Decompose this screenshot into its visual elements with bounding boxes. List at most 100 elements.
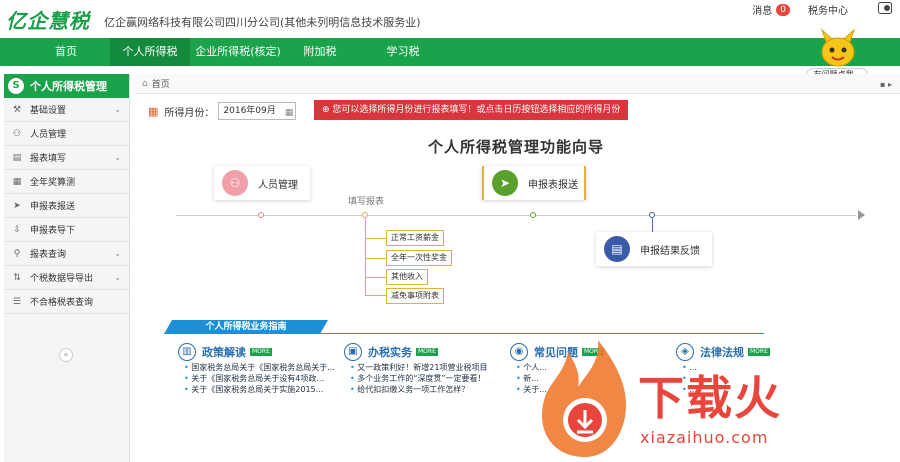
nav-item-surtax[interactable]: 附加税 <box>290 38 350 66</box>
sidebar: S 个人所得税管理 ⚒ 基础设置 ⌄ ⚇ 人员管理 ▤ 报表填写 ⌄ ▦ 全年奖… <box>4 74 130 462</box>
guide-column-title[interactable]: 办税实务 <box>368 344 412 360</box>
sidebar-item-report-query[interactable]: ⚲ 报表查询 ⌄ <box>4 242 129 266</box>
feedback-icon: ▤ <box>604 236 630 262</box>
guide-link[interactable]: 又一政策利好！新增21项营业税项目 <box>350 362 504 373</box>
income-month-value: 2016年09月 <box>223 106 276 116</box>
sidebar-item-label: 不合格税表查询 <box>30 298 94 308</box>
guide-link[interactable]: 多个业务工作的“深度贯”一定要看！ <box>350 373 504 384</box>
flame-logo-icon <box>541 340 626 457</box>
branch-item-other-income[interactable]: 其他收入 <box>386 269 428 285</box>
sidebar-item-label: 申报表导下 <box>30 226 76 236</box>
watermark: 下载火 xiazaihuo.com <box>530 332 900 462</box>
guide-step-feedback[interactable]: ▤ 申报结果反馈 <box>596 232 712 266</box>
sidebar-item-label: 申报表报送 <box>30 202 76 212</box>
guide-link[interactable]: 关于《国家税务总局关于实施2015... <box>184 384 338 395</box>
toggle-icon[interactable] <box>878 2 892 14</box>
sidebar-item-label: 基础设置 <box>30 106 67 116</box>
branch-item-salary[interactable]: 正常工资薪金 <box>386 230 444 246</box>
chevron-down-icon: ⌄ <box>114 273 121 282</box>
info-icon: ⊕ <box>322 105 333 115</box>
collapse-sidebar-button[interactable]: « <box>59 348 73 362</box>
messages-button[interactable]: 消息 0 <box>752 2 790 17</box>
messages-label: 消息 <box>752 6 773 17</box>
flow-line <box>176 215 856 216</box>
sidebar-item-report-fill[interactable]: ▤ 报表填写 ⌄ <box>4 146 129 170</box>
more-link[interactable]: MORE <box>416 348 438 356</box>
branch-item-bonus[interactable]: 全年一次性奖金 <box>386 250 452 266</box>
guide-step-label: 申报表报送 <box>528 179 578 191</box>
calendar-icon: ▦ <box>148 104 159 118</box>
send-icon: ➤ <box>13 200 21 211</box>
guide-step-personnel[interactable]: ⚇ 人员管理 <box>214 166 310 200</box>
date-picker-icon[interactable]: ▦ <box>285 105 294 121</box>
calculator-icon: ▦ <box>12 176 22 187</box>
flow-dot-submit <box>530 212 536 218</box>
wrench-icon: ⚒ <box>12 104 22 115</box>
mascot-icon[interactable] <box>812 26 864 70</box>
guide-step-label: 申报结果反馈 <box>640 245 700 257</box>
guide-link[interactable]: 给代扣扣缴义务一项工作怎样？ <box>350 384 504 395</box>
sidebar-item-data-transfer[interactable]: ⇅ 个税数据导导出 ⌄ <box>4 266 129 290</box>
sidebar-item-personnel[interactable]: ⚇ 人员管理 <box>4 122 129 146</box>
guide-column-policy: ▥ 政策解读 MORE 国家税务总局关于《国家税务总局关于... 关于《国家税务… <box>178 342 338 395</box>
breadcrumb-home[interactable]: 首页 <box>152 77 170 90</box>
transfer-icon: ⇅ <box>13 272 21 283</box>
more-link[interactable]: MORE <box>250 348 272 356</box>
book-icon: ▥ <box>178 343 196 361</box>
branch-item-reduction[interactable]: 减免事项附表 <box>386 288 444 304</box>
guide-link[interactable]: 关于《国家税务总局关于设有4项政... <box>184 373 338 384</box>
chevron-down-icon: ⌄ <box>114 249 121 258</box>
breadcrumb: ⌂ 首页 <box>136 74 900 94</box>
month-notice: ⊕ 您可以选择所得月份进行报表填写！或点击日历按钮选择相应的所得月份 <box>314 100 629 120</box>
chevron-down-icon: ⌄ <box>114 105 121 114</box>
branch-connector <box>365 295 386 296</box>
nav-item-corporate-income-tax[interactable]: 企业所得税(核定) <box>190 38 286 66</box>
guide-link[interactable]: 国家税务总局关于《国家税务总局关于... <box>184 362 338 373</box>
piggy-icon: ◉ <box>510 343 528 361</box>
person-icon: ⚇ <box>222 170 248 196</box>
guide-step-submit[interactable]: ➤ 申报表报送 <box>482 166 586 200</box>
nav-item-personal-income-tax[interactable]: 个人所得税 <box>110 38 190 66</box>
window-controls[interactable]: ▪ ▸ <box>880 80 892 89</box>
nav-item-home[interactable]: 首页 <box>36 38 96 66</box>
list-icon: ☰ <box>12 296 22 307</box>
sidebar-item-report-download[interactable]: ⇩ 申报表导下 <box>4 218 129 242</box>
income-month-input[interactable]: 2016年09月 ▦ <box>218 102 297 121</box>
branch-connector <box>365 277 386 278</box>
sidebar-item-annual-bonus[interactable]: ▦ 全年奖算测 <box>4 170 129 194</box>
sidebar-item-report-submit[interactable]: ➤ 申报表报送 <box>4 194 129 218</box>
company-name: 亿企赢网络科技有限公司四川分公司(其他未列明信息技术服务业) <box>104 16 421 29</box>
income-month-row: ▦ 所得月份： 2016年09月 ▦ <box>148 102 297 121</box>
sidebar-item-label: 报表查询 <box>30 250 67 260</box>
send-icon: ➤ <box>492 170 518 196</box>
notice-text: 您可以选择所得月份进行报表填写！或点击日历按钮选择相应的所得月份 <box>332 105 621 115</box>
sidebar-item-label: 个税数据导导出 <box>30 274 94 284</box>
person-icon: ⚇ <box>12 128 22 139</box>
guide-step-label: 人员管理 <box>258 179 298 191</box>
business-guide-title: 个人所得税业务指南 <box>164 320 328 334</box>
guide-column-header: ▥ 政策解读 MORE <box>178 342 338 362</box>
nav-item-learning[interactable]: 学习税 <box>370 38 436 66</box>
branch-line <box>365 217 366 295</box>
tax-center-link[interactable]: 税务中心 <box>808 2 848 17</box>
home-icon: ⌂ <box>142 78 148 89</box>
flow-dot-personnel <box>258 212 264 218</box>
messages-count-badge: 0 <box>776 3 790 16</box>
branch-connector <box>365 238 386 239</box>
guide-column-practice: ▣ 办税实务 MORE 又一政策利好！新增21项营业税项目 多个业务工作的“深度… <box>344 342 504 395</box>
guide-column-title[interactable]: 政策解读 <box>202 344 246 360</box>
sidebar-item-invalid-query[interactable]: ☰ 不合格税表查询 <box>4 290 129 314</box>
main-nav: 首页 个人所得税 企业所得税(核定) 附加税 学习税 <box>0 38 900 66</box>
guide-column-header: ▣ 办税实务 MORE <box>344 342 504 362</box>
logo-text: 亿企慧税 <box>6 8 90 33</box>
sidebar-item-basic-settings[interactable]: ⚒ 基础设置 ⌄ <box>4 98 129 122</box>
form-icon: ▤ <box>12 152 22 163</box>
briefcase-icon: ▣ <box>344 343 362 361</box>
sidebar-item-label: 人员管理 <box>30 130 67 140</box>
sidebar-item-label: 全年奖算测 <box>30 178 76 188</box>
arrow-right-icon <box>858 210 865 220</box>
top-bar: 亿企慧税 亿企赢网络科技有限公司四川分公司(其他未列明信息技术服务业) 消息 0… <box>0 0 900 38</box>
logo[interactable]: 亿企慧税 <box>6 6 90 33</box>
chevron-down-icon: ⌄ <box>114 153 121 162</box>
guide-title: 个人所得税管理功能向导 <box>428 138 605 156</box>
